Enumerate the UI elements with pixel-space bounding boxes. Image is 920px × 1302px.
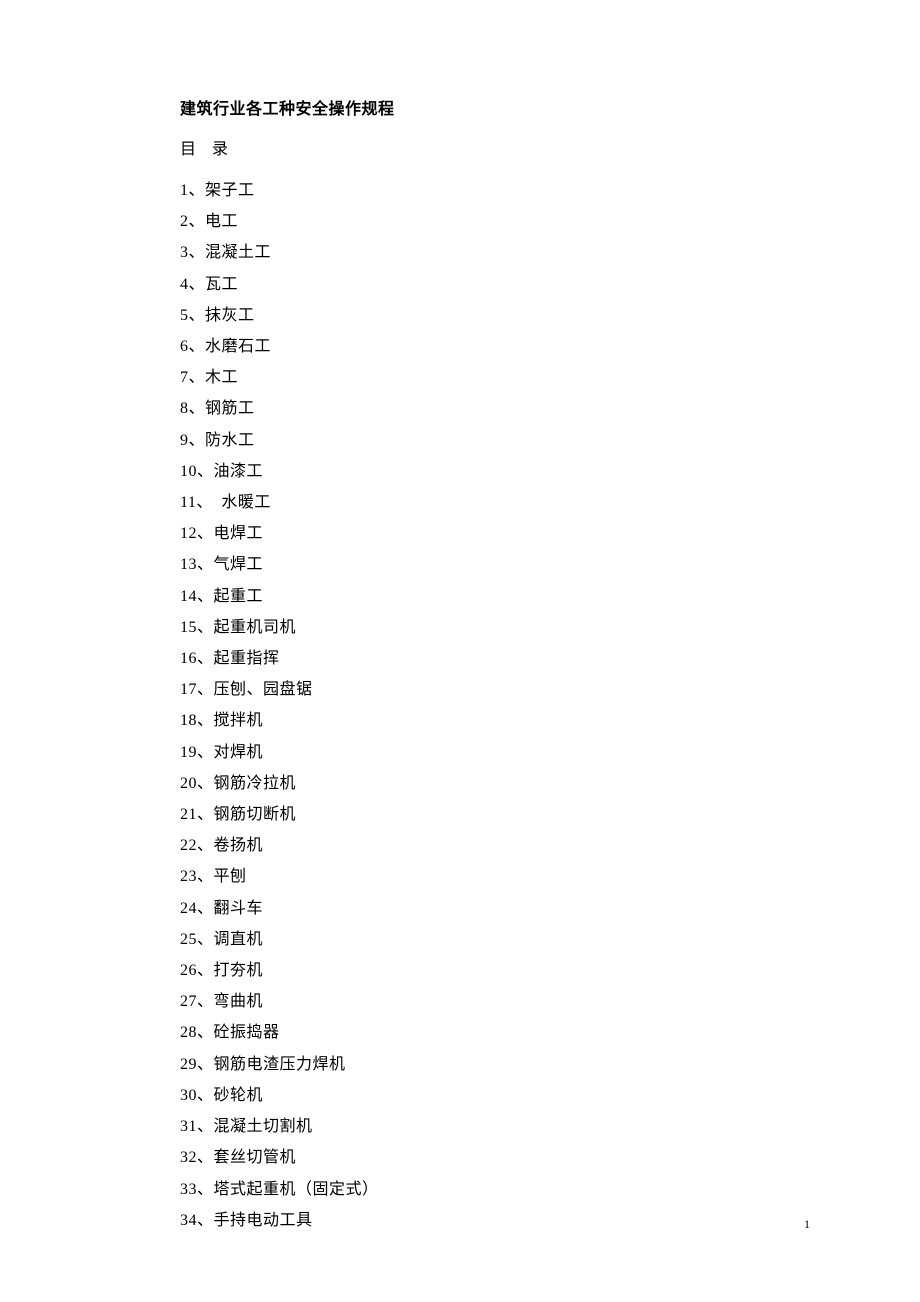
toc-item: 6、水磨石工: [180, 331, 830, 362]
toc-item: 7、木工: [180, 362, 830, 393]
toc-item: 10、油漆工: [180, 456, 830, 487]
toc-item: 8、钢筋工: [180, 393, 830, 424]
toc-item: 13、气焊工: [180, 549, 830, 580]
toc-item: 21、钢筋切断机: [180, 799, 830, 830]
toc-item: 14、起重工: [180, 581, 830, 612]
toc-item: 33、塔式起重机（固定式）: [180, 1174, 830, 1205]
toc-item: 15、起重机司机: [180, 612, 830, 643]
toc-item: 11、 水暖工: [180, 487, 830, 518]
toc-item: 9、防水工: [180, 425, 830, 456]
toc-item: 26、打夯机: [180, 955, 830, 986]
toc-item: 18、搅拌机: [180, 705, 830, 736]
page-number: 1: [804, 1217, 810, 1232]
toc-item: 30、砂轮机: [180, 1080, 830, 1111]
toc-item: 2、电工: [180, 206, 830, 237]
toc-item: 22、卷扬机: [180, 830, 830, 861]
toc-item: 34、手持电动工具: [180, 1205, 830, 1236]
toc-item: 27、弯曲机: [180, 986, 830, 1017]
toc-item: 5、抹灰工: [180, 300, 830, 331]
toc-item: 16、起重指挥: [180, 643, 830, 674]
toc-item: 25、调直机: [180, 924, 830, 955]
toc-list: 1、架子工 2、电工 3、混凝土工 4、瓦工 5、抹灰工 6、水磨石工 7、木工…: [180, 175, 830, 1236]
toc-item: 19、对焊机: [180, 737, 830, 768]
toc-item: 31、混凝土切割机: [180, 1111, 830, 1142]
toc-item: 23、平刨: [180, 861, 830, 892]
toc-item: 4、瓦工: [180, 269, 830, 300]
toc-item: 1、架子工: [180, 175, 830, 206]
toc-label: 目 录: [180, 135, 830, 159]
toc-item: 3、混凝土工: [180, 237, 830, 268]
toc-item: 29、钢筋电渣压力焊机: [180, 1049, 830, 1080]
toc-item: 12、电焊工: [180, 518, 830, 549]
toc-item: 20、钢筋冷拉机: [180, 768, 830, 799]
toc-item: 28、砼振捣器: [180, 1017, 830, 1048]
document-page: 建筑行业各工种安全操作规程 目 录 1、架子工 2、电工 3、混凝土工 4、瓦工…: [0, 0, 920, 1236]
toc-item: 24、翻斗车: [180, 893, 830, 924]
document-title: 建筑行业各工种安全操作规程: [180, 95, 830, 119]
toc-item: 17、压刨、园盘锯: [180, 674, 830, 705]
toc-item: 32、套丝切管机: [180, 1142, 830, 1173]
